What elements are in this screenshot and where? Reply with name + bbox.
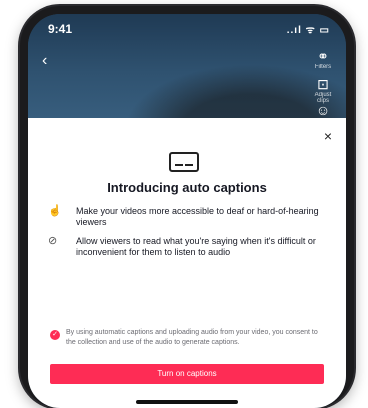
auto-captions-sheet: × Introducing auto captions ☝ Make your … <box>28 118 346 408</box>
sound-off-icon: ⊘ <box>48 235 58 247</box>
sheet-title: Introducing auto captions <box>107 180 267 195</box>
home-indicator <box>136 400 238 404</box>
filters-button[interactable]: ⚭ Filters <box>308 48 338 70</box>
feature-text: Allow viewers to read what you're saying… <box>76 236 316 257</box>
captions-icon <box>169 152 199 172</box>
turn-on-captions-button[interactable]: Turn on captions <box>50 364 324 384</box>
voice-icon: ☺ <box>315 102 331 118</box>
feature-item: ⊘ Allow viewers to read what you're sayi… <box>48 236 328 258</box>
voice-button[interactable]: ☺ <box>308 102 338 118</box>
status-bar: 9:41 ..ıl ᯤ ▭ <box>28 20 346 38</box>
close-icon[interactable]: × <box>324 128 332 144</box>
filters-label: Filters <box>314 64 332 70</box>
consent-text: By using automatic captions and uploadin… <box>66 329 318 346</box>
feature-item: ☝ Make your videos more accessible to de… <box>48 206 328 228</box>
filters-icon: ⚭ <box>317 48 329 64</box>
adjust-clips-button[interactable]: ⊡ Adjust clips <box>308 76 338 104</box>
chevron-left-icon[interactable]: ‹ <box>42 52 47 70</box>
status-time: 9:41 <box>48 22 73 36</box>
feature-text: Make your videos more accessible to deaf… <box>76 206 319 227</box>
checkmark-icon[interactable]: ✓ <box>50 330 60 340</box>
accessibility-icon: ☝ <box>48 205 62 217</box>
phone-frame: 9:41 ..ıl ᯤ ▭ ‹ ⚭ Filters ⊡ Adjust clips… <box>20 6 354 408</box>
adjust-clips-icon: ⊡ <box>317 76 329 92</box>
consent-row[interactable]: ✓ By using automatic captions and upload… <box>50 328 328 347</box>
phone-screen: 9:41 ..ıl ᯤ ▭ ‹ ⚭ Filters ⊡ Adjust clips… <box>28 14 346 408</box>
status-icons: ..ıl ᯤ ▭ <box>286 25 330 36</box>
